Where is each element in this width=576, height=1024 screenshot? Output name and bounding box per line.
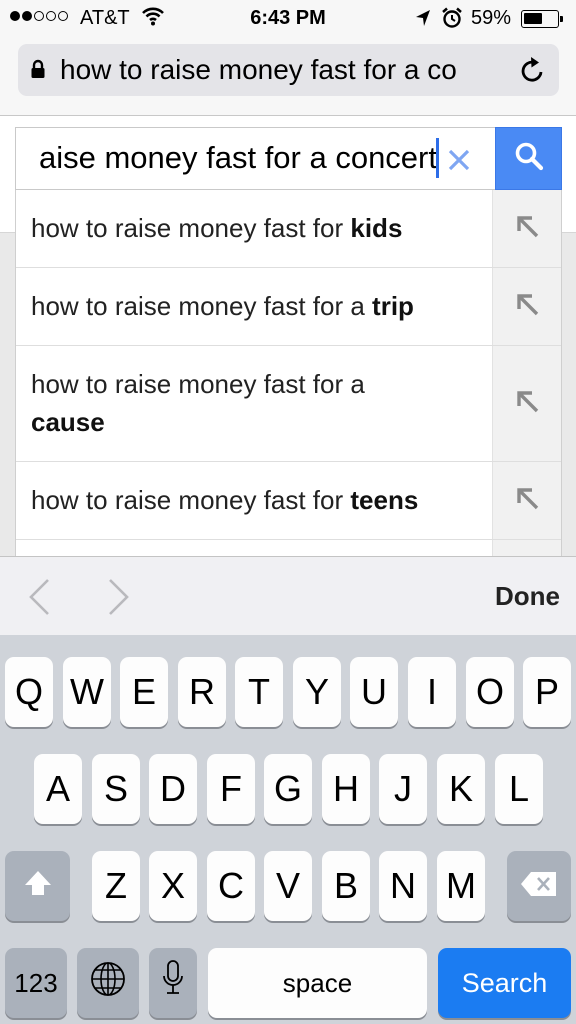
fill-query-button[interactable] [492,190,561,267]
address-bar-url: how to raise money fast for a co [60,54,457,85]
key-q[interactable]: Q [5,657,53,727]
search-magnifier-icon [514,141,544,176]
browser-toolbar: how to raise money fast for a co [0,38,576,116]
suggestion-completion: teens [350,485,419,515]
shift-key[interactable] [5,851,70,921]
space-key[interactable]: space [208,948,427,1018]
key-o[interactable]: O [466,657,514,727]
globe-icon [89,960,127,1007]
key-r[interactable]: R [178,657,226,727]
key-d[interactable]: D [149,754,197,824]
key-b[interactable]: B [322,851,370,921]
status-bar: AT&T 6:43 PM 59% [0,0,576,38]
key-z[interactable]: Z [92,851,140,921]
suggestion-item[interactable]: how to raise money fast for a cause [16,346,561,462]
key-t[interactable]: T [235,657,283,727]
numbers-key[interactable]: 123 [5,948,67,1018]
backspace-icon [519,865,559,907]
search-input[interactable]: aise money fast for a concert [15,127,495,190]
key-y[interactable]: Y [293,657,341,727]
clear-x-icon[interactable] [444,142,474,181]
key-g[interactable]: G [264,754,312,824]
keyboard: Q W E R T Y U I O P A S D F G H J K L Z … [0,635,576,1024]
key-i[interactable]: I [408,657,456,727]
suggestion-text: how to raise money fast for a trip [31,287,481,325]
chevron-right-icon[interactable] [104,577,134,622]
key-s[interactable]: S [92,754,140,824]
key-p[interactable]: P [523,657,571,727]
arrow-up-left-icon [513,290,541,323]
search-key[interactable]: Search [438,948,571,1018]
microphone-icon [161,959,185,1008]
arrow-up-left-icon [513,484,541,517]
battery-level [524,13,543,24]
key-k[interactable]: K [437,754,485,824]
lock-icon [30,59,46,84]
globe-key[interactable] [77,948,139,1018]
suggestion-prefix: how to raise money fast for [31,213,351,243]
search-input-value: aise money fast for a concert [38,140,437,175]
key-v[interactable]: V [264,851,312,921]
suggestion-completion: trip [372,291,414,321]
fill-query-button[interactable] [492,540,561,556]
suggestion-text: how to raise money fast for a cause [31,365,431,441]
keyboard-accessory-bar: Done [0,556,576,635]
key-h[interactable]: H [322,754,370,824]
arrow-up-left-icon [513,387,541,420]
key-m[interactable]: M [437,851,485,921]
search-button[interactable] [495,127,562,190]
suggestion-list: how to raise money fast for kids how to … [15,190,562,556]
suggestion-text: how to raise money fast for teens [31,481,481,519]
backspace-key[interactable] [507,851,571,921]
suggestion-item-partial[interactable] [16,540,561,556]
key-n[interactable]: N [379,851,427,921]
fill-query-button[interactable] [492,268,561,345]
key-l[interactable]: L [495,754,543,824]
suggestion-prefix: how to raise money fast for a [31,369,365,399]
key-a[interactable]: A [34,754,82,824]
suggestion-prefix: how to raise money fast for [31,485,351,515]
fill-query-button[interactable] [492,462,561,539]
battery-terminal [560,16,563,22]
key-j[interactable]: J [379,754,427,824]
key-u[interactable]: U [350,657,398,727]
shift-arrow-icon [22,865,54,907]
suggestion-item[interactable]: how to raise money fast for teens [16,462,561,540]
key-c[interactable]: C [207,851,255,921]
address-bar[interactable]: how to raise money fast for a co [18,44,559,96]
suggestion-item[interactable]: how to raise money fast for kids [16,190,561,268]
suggestion-prefix: how to raise money fast for a [31,291,373,321]
suggestion-completion: cause [31,407,105,437]
suggestion-item[interactable]: how to raise money fast for a trip [16,268,561,346]
text-caret [436,138,439,178]
key-e[interactable]: E [120,657,168,727]
chevron-left-icon[interactable] [24,577,54,622]
location-arrow-icon [414,8,432,34]
battery-icon [521,10,563,28]
arrow-up-left-icon [513,212,541,245]
battery-percentage: 59% [471,7,512,29]
key-x[interactable]: X [149,851,197,921]
suggestion-completion: kids [350,213,403,243]
done-button[interactable]: Done [495,581,560,612]
fill-query-button[interactable] [492,346,561,461]
suggestion-text: how to raise money fast for kids [31,209,481,247]
key-f[interactable]: F [207,754,255,824]
alarm-clock-icon [441,7,463,35]
dictation-key[interactable] [149,948,197,1018]
reload-icon[interactable] [519,55,547,90]
key-w[interactable]: W [63,657,111,727]
